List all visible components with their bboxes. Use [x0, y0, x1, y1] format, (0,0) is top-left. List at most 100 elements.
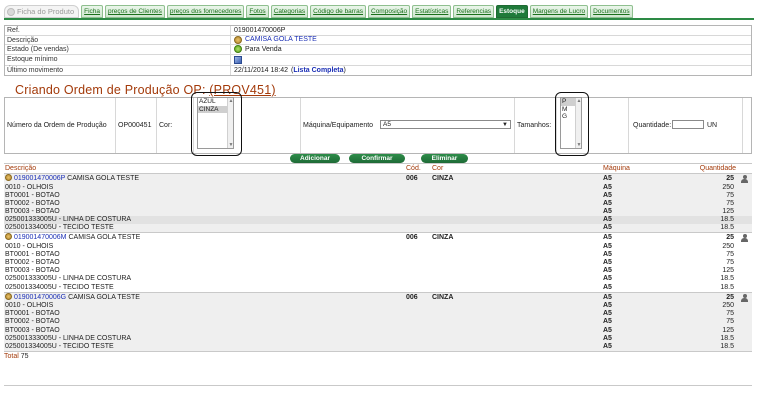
- cor-listbox[interactable]: AZUL CINZA ▲ ▼: [197, 97, 234, 149]
- tab-6[interactable]: Código de barras: [310, 5, 366, 18]
- tab-label: Margens de Lucro: [532, 8, 586, 15]
- tab-2[interactable]: preços de Clientes: [105, 5, 165, 18]
- product-cor: CINZA: [432, 175, 454, 182]
- component-desc: BT0003 - BOTAO: [5, 207, 60, 215]
- table-header: Descrição Cód. Cor Máquina Quantidade: [4, 164, 752, 174]
- component-maquina: A5: [603, 183, 612, 191]
- component-qty: 75: [726, 250, 734, 258]
- component-desc: BT0001 - BOTAO: [5, 191, 60, 199]
- total-row: Total 75: [4, 352, 752, 361]
- person-icon[interactable]: [741, 175, 748, 183]
- tab-3[interactable]: preços dos fornecedores: [166, 5, 245, 18]
- tab-10[interactable]: Estoque: [496, 5, 528, 18]
- table-row: 0010 - OLHOIS A5 250: [4, 243, 752, 251]
- shirt-icon: [234, 35, 242, 44]
- component-qty: 18.5: [720, 342, 734, 350]
- component-desc: BT0002 - BOTAO: [5, 318, 60, 326]
- header-descricao: Descrição: [5, 165, 37, 172]
- description-label: Descrição: [5, 35, 231, 45]
- product-ref-link[interactable]: 019001470006P: [14, 175, 65, 182]
- tab-7[interactable]: Composição: [368, 5, 411, 18]
- component-qty: 125: [722, 267, 734, 275]
- cor-cell: Cor:: [157, 98, 194, 153]
- scroll-down-icon[interactable]: ▼: [228, 142, 234, 148]
- shirt-icon: [5, 174, 12, 181]
- shirt-icon: [5, 233, 12, 241]
- tab-9[interactable]: Referencias: [453, 5, 495, 18]
- table-row: 025001334005U - TECIDO TESTE A5 18.5: [4, 224, 752, 232]
- product-ref-link[interactable]: 019001470006G: [14, 294, 66, 301]
- tab-label: Categorias: [273, 8, 306, 15]
- component-qty: 18.5: [720, 334, 734, 342]
- production-items-table: Descrição Cód. Cor Máquina Quantidade 01…: [4, 163, 752, 361]
- component-qty: 75: [726, 199, 734, 207]
- product-cell: 019001470006P CAMISA GOLA TESTE: [5, 174, 139, 184]
- tab-divider: [4, 18, 754, 20]
- scroll-up-icon[interactable]: ▲: [228, 98, 234, 104]
- description-value: CAMISA GOLA TESTE: [245, 36, 317, 44]
- table-row: BT0003 - BOTAO A5 125: [4, 327, 752, 335]
- component-desc: 0010 - OLHOIS: [5, 242, 54, 250]
- scroll-down-icon[interactable]: ▼: [576, 142, 582, 148]
- component-maquina: A5: [603, 199, 612, 207]
- confirmar-button[interactable]: Confirmar: [349, 154, 405, 163]
- maquina-label: Máquina/Equipamento: [303, 122, 374, 129]
- table-row: BT0003 - BOTAO A5 125: [4, 267, 752, 275]
- scroll-up-icon[interactable]: ▲: [576, 98, 582, 104]
- tab-5[interactable]: Categorias: [270, 5, 309, 18]
- tamanhos-label: Tamanhos:: [517, 122, 552, 129]
- estado-label: Estado (De vendas): [5, 45, 231, 54]
- tab-label: preços de Clientes: [108, 8, 162, 15]
- tab-label: Composição: [371, 8, 408, 15]
- component-qty: 75: [726, 318, 734, 326]
- maquina-selected-value: A5: [383, 121, 391, 128]
- maquina-select[interactable]: A5 ▼: [380, 120, 511, 129]
- table-row: BT0001 - BOTAO A5 75: [4, 251, 752, 259]
- component-qty: 250: [722, 302, 734, 310]
- tab-label: Fotos: [249, 8, 266, 15]
- tab-label: Documentos: [593, 8, 630, 15]
- quantidade-input[interactable]: [672, 120, 704, 129]
- component-desc: BT0003 - BOTAO: [5, 267, 60, 275]
- production-order-form: Número da Ordem de Produção OP000451 Cor…: [4, 92, 752, 156]
- component-qty: 250: [722, 183, 734, 191]
- product-ref-link[interactable]: 019001470006M: [14, 234, 67, 241]
- product-cod: 006: [406, 175, 418, 182]
- ref-value: 019001470006P: [234, 26, 286, 34]
- adicionar-button[interactable]: Adicionar: [290, 154, 340, 163]
- tab-4[interactable]: Fotos: [246, 5, 269, 18]
- component-desc: BT0002 - BOTAO: [5, 259, 60, 267]
- component-maquina: A5: [603, 334, 612, 342]
- table-row: BT0002 - BOTAO A5 75: [4, 200, 752, 208]
- person-icon[interactable]: [741, 234, 748, 243]
- product-icon: [7, 8, 15, 16]
- table-row: 019001470006P CAMISA GOLA TESTE 006 CINZA A…: [4, 174, 752, 184]
- ultimo-movimento-label: Último movimento: [5, 65, 231, 76]
- eliminar-button[interactable]: Eliminar: [421, 154, 468, 163]
- product-group: 019001470006M CAMISA GOLA TESTE 006 CINZA A…: [4, 233, 752, 293]
- estoque-minimo-row: Estoque mínimo: [5, 54, 751, 66]
- tamanhos-scrollbar[interactable]: ▲ ▼: [575, 98, 581, 148]
- table-body: 019001470006P CAMISA GOLA TESTE 006 CINZA A…: [4, 174, 752, 353]
- component-desc: 0010 - OLHOIS: [5, 183, 54, 191]
- lista-completa-link[interactable]: Lista Completa: [293, 67, 343, 74]
- tab-11[interactable]: Margens de Lucro: [529, 5, 589, 18]
- component-maquina: A5: [603, 326, 612, 334]
- cor-scrollbar[interactable]: ▲ ▼: [227, 98, 233, 148]
- component-maquina: A5: [603, 310, 612, 318]
- tab-1[interactable]: Ficha: [81, 5, 104, 18]
- component-qty: 75: [726, 191, 734, 199]
- product-cell: 019001470006G CAMISA GOLA TESTE: [5, 292, 140, 303]
- tab-12[interactable]: Documentos: [590, 5, 633, 18]
- ref-row: Ref. 019001470006P: [5, 26, 751, 36]
- table-row: 025001334005U - TECIDO TESTE A5 18.5: [4, 284, 752, 292]
- table-row: 0010 - OLHOIS A5 250: [4, 184, 752, 192]
- component-desc: 025001333005U - LINHA DE COSTURA: [5, 216, 132, 224]
- tab-8[interactable]: Estatísticas: [412, 5, 452, 18]
- tamanhos-listbox[interactable]: P M G ▲ ▼: [560, 97, 582, 149]
- header-cod: Cód.: [406, 165, 421, 172]
- component-qty: 75: [726, 259, 734, 267]
- cor-label: Cor:: [159, 122, 173, 129]
- person-icon[interactable]: [741, 293, 748, 302]
- edit-icon[interactable]: [234, 55, 242, 64]
